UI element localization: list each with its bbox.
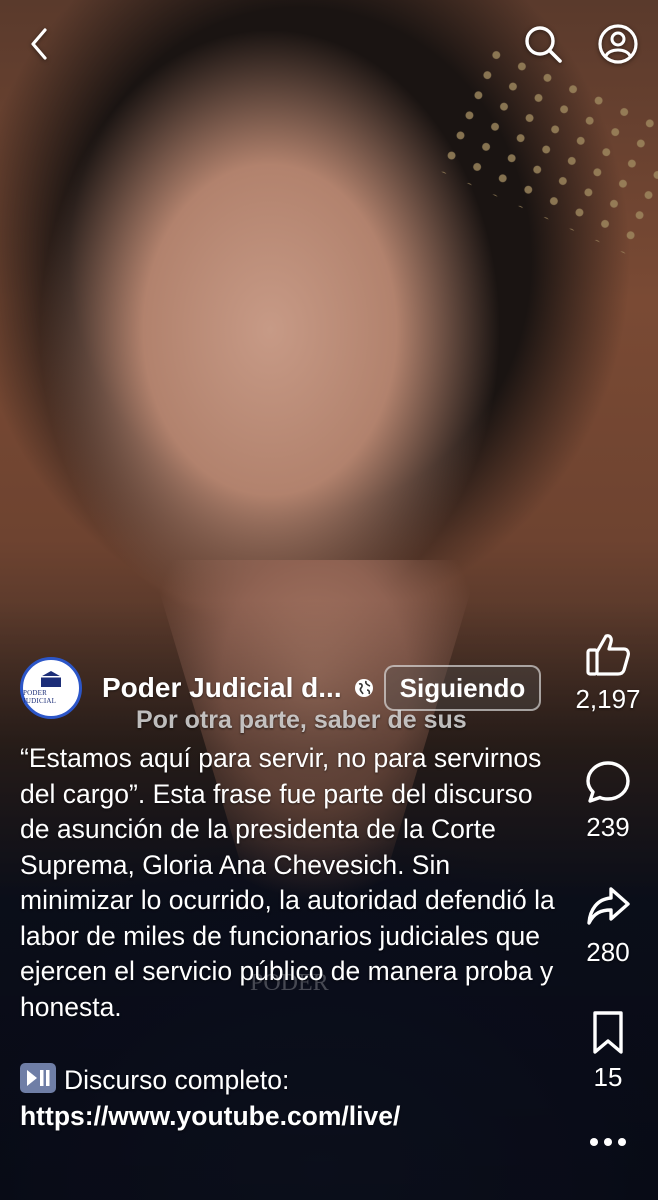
avatar-logo-text: PODER JUDICIAL bbox=[23, 689, 57, 705]
share-arrow-icon bbox=[587, 887, 630, 925]
author-avatar[interactable]: PODER JUDICIAL bbox=[20, 657, 82, 719]
comment-button[interactable]: 239 bbox=[558, 758, 658, 843]
link-prefix: Discurso completo: bbox=[64, 1065, 290, 1095]
share-button[interactable]: 280 bbox=[558, 883, 658, 968]
globe-icon bbox=[354, 679, 373, 697]
author-name[interactable]: Poder Judicial d... bbox=[102, 672, 342, 704]
save-button[interactable]: 15 bbox=[558, 1008, 658, 1093]
more-options-button[interactable] bbox=[558, 1130, 658, 1154]
play-pause-icon bbox=[20, 1063, 56, 1093]
post-caption[interactable]: “Estamos aquí para servir, no para servi… bbox=[20, 741, 555, 1134]
author-row: PODER JUDICIAL Poder Judicial d... Sigui… bbox=[20, 655, 542, 721]
search-button[interactable] bbox=[519, 20, 567, 68]
more-dots-icon bbox=[590, 1138, 626, 1146]
search-icon bbox=[525, 26, 562, 63]
like-button[interactable]: 2,197 bbox=[558, 630, 658, 715]
thumbs-up-icon bbox=[586, 634, 630, 676]
caption-body: “Estamos aquí para servir, no para servi… bbox=[20, 743, 555, 1022]
profile-button[interactable] bbox=[594, 20, 642, 68]
user-circle-icon bbox=[598, 24, 638, 64]
comment-bubble-icon bbox=[586, 761, 630, 803]
following-button[interactable]: Siguiendo bbox=[383, 665, 542, 711]
chevron-left-icon bbox=[31, 28, 47, 60]
caption-link-line: Discurso completo: https://www.youtube.c… bbox=[20, 1063, 555, 1134]
youtube-link[interactable]: https://www.youtube.com/live/ bbox=[20, 1101, 400, 1131]
bookmark-icon bbox=[593, 1011, 623, 1054]
like-count: 2,197 bbox=[575, 684, 641, 714]
comment-count: 239 bbox=[586, 812, 630, 842]
back-button[interactable] bbox=[16, 20, 64, 68]
judiciary-logo bbox=[41, 671, 61, 687]
top-bar bbox=[0, 0, 658, 90]
share-count: 280 bbox=[586, 937, 630, 967]
save-count: 15 bbox=[593, 1062, 623, 1092]
